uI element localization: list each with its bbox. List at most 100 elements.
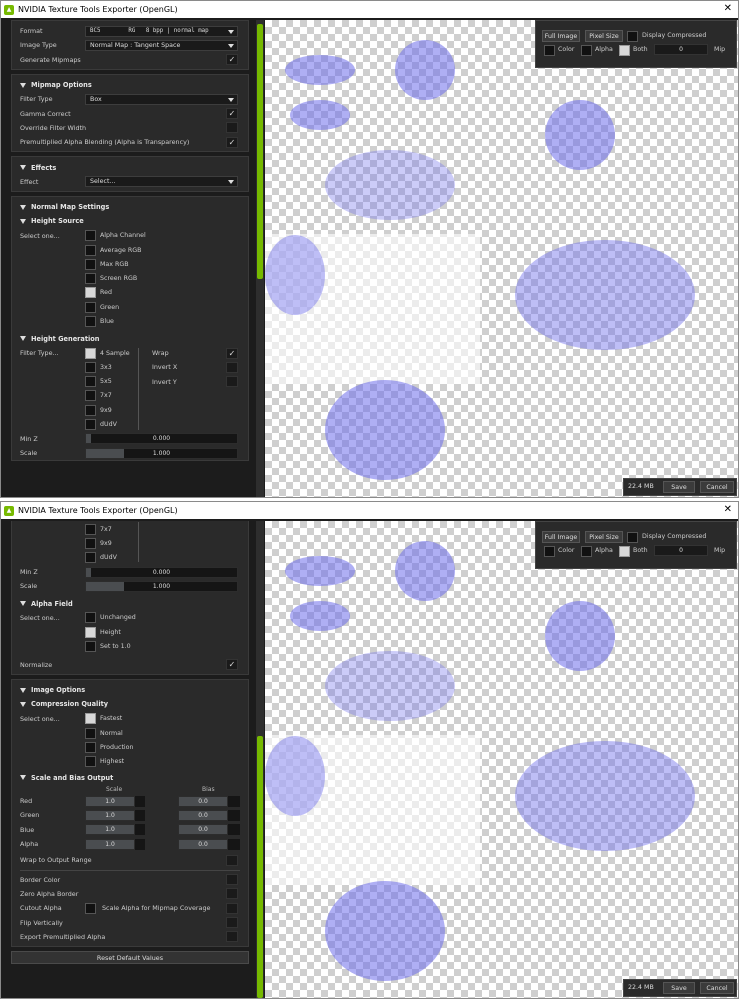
radio-box[interactable] — [85, 537, 96, 549]
cutout-alpha-checkbox[interactable] — [85, 902, 96, 914]
save-button[interactable]: Save — [663, 481, 695, 493]
radio-box[interactable] — [85, 523, 96, 535]
filter-option[interactable]: 7x7 — [85, 390, 112, 402]
panel-scrollbar[interactable] — [256, 521, 264, 998]
filter-option[interactable]: 9x9 — [85, 537, 112, 549]
full-image-button[interactable]: Full Image — [542, 531, 580, 543]
radio-box-selected[interactable] — [85, 347, 96, 359]
save-button[interactable]: Save — [663, 982, 695, 994]
gamma-checkbox[interactable]: ✓ — [226, 108, 238, 120]
override-checkbox[interactable] — [226, 122, 238, 134]
height-generation-header[interactable]: Height Generation — [31, 335, 100, 343]
height-source-option[interactable]: Screen RGB — [85, 273, 137, 285]
filter-option[interactable]: 9x9 — [85, 404, 112, 416]
radio-box[interactable] — [85, 376, 96, 388]
radio-box[interactable] — [85, 756, 96, 768]
generate-mipmaps-checkbox[interactable]: ✓ — [226, 54, 238, 66]
quality-option[interactable]: Highest — [85, 756, 124, 768]
effects-header[interactable]: Effects — [31, 164, 56, 172]
bias-input[interactable]: 0.0 — [178, 795, 228, 807]
alpha-option-selected[interactable]: Height — [85, 626, 121, 638]
scale-alpha-checkbox[interactable] — [226, 902, 238, 914]
height-source-option[interactable]: Green — [85, 301, 119, 313]
quality-option[interactable]: Production — [85, 741, 134, 753]
radio-box[interactable] — [85, 612, 96, 624]
filter-option[interactable]: dUdV — [85, 419, 117, 431]
pixel-size-button[interactable]: Pixel Size — [585, 30, 623, 42]
normalize-checkbox[interactable]: ✓ — [226, 659, 238, 671]
scale-input[interactable]: 1.0 — [85, 795, 135, 807]
collapse-arrow-icon[interactable] — [20, 601, 26, 607]
collapse-arrow-icon[interactable] — [20, 775, 26, 781]
radio-box-selected[interactable] — [85, 713, 96, 725]
invert-x-checkbox[interactable] — [226, 361, 238, 373]
format-dropdown[interactable]: BC5 RG 8 bpp | normal map — [85, 25, 238, 37]
premult-checkbox[interactable]: ✓ — [226, 136, 238, 148]
alpha-option[interactable]: Unchanged — [85, 612, 136, 624]
radio-box-selected[interactable] — [85, 626, 96, 638]
display-compressed-checkbox[interactable] — [627, 31, 638, 42]
mipmap-header[interactable]: Mipmap Options — [31, 81, 92, 89]
both-radio[interactable] — [619, 45, 630, 56]
scale-slider[interactable]: 1.000 — [85, 447, 238, 459]
collapse-arrow-icon[interactable] — [20, 204, 26, 210]
scale-input[interactable]: 1.0 — [85, 824, 135, 836]
collapse-arrow-icon[interactable] — [20, 218, 26, 224]
collapse-arrow-icon[interactable] — [20, 701, 26, 707]
filter-option-selected[interactable]: 4 Sample — [85, 347, 130, 359]
bias-input[interactable]: 0.0 — [178, 824, 228, 836]
height-source-option[interactable]: Blue — [85, 315, 114, 327]
alpha-field-header[interactable]: Alpha Field — [31, 600, 73, 608]
display-compressed-checkbox[interactable] — [627, 532, 638, 543]
export-premult-checkbox[interactable] — [226, 931, 238, 943]
radio-box[interactable] — [85, 315, 96, 327]
image-preview[interactable]: Full Image Pixel Size Display Compressed… — [265, 20, 738, 497]
radio-box[interactable] — [85, 244, 96, 256]
radio-box[interactable] — [85, 230, 96, 242]
invert-y-checkbox[interactable] — [226, 376, 238, 388]
bias-input[interactable]: 0.0 — [178, 809, 228, 821]
radio-box[interactable] — [85, 404, 96, 416]
both-radio[interactable] — [619, 546, 630, 557]
scrollbar-thumb[interactable] — [257, 24, 263, 279]
alpha-option[interactable]: Set to 1.0 — [85, 641, 131, 653]
scale-slider[interactable]: 1.000 — [85, 580, 238, 592]
radio-box[interactable] — [85, 641, 96, 653]
mip-input[interactable]: 0 — [654, 44, 708, 55]
image-options-header[interactable]: Image Options — [31, 686, 85, 694]
panel-scrollbar[interactable] — [256, 20, 264, 497]
zero-alpha-checkbox[interactable] — [226, 888, 238, 900]
collapse-arrow-icon[interactable] — [20, 687, 26, 693]
compression-quality-header[interactable]: Compression Quality — [31, 700, 108, 708]
radio-box[interactable] — [85, 390, 96, 402]
radio-box-selected[interactable] — [85, 287, 96, 299]
border-color-checkbox[interactable] — [226, 874, 238, 886]
radio-box[interactable] — [85, 361, 96, 373]
collapse-arrow-icon[interactable] — [20, 82, 26, 88]
height-source-option[interactable]: Max RGB — [85, 258, 129, 270]
bias-input[interactable]: 0.0 — [178, 838, 228, 850]
filter-option[interactable]: 7x7 — [85, 523, 112, 535]
quality-option-selected[interactable]: Fastest — [85, 713, 122, 725]
filter-option[interactable]: 3x3 — [85, 361, 112, 373]
collapse-arrow-icon[interactable] — [20, 336, 26, 342]
radio-box[interactable] — [85, 258, 96, 270]
mip-input[interactable]: 0 — [654, 545, 708, 556]
flip-checkbox[interactable] — [226, 917, 238, 929]
filter-type-dropdown[interactable]: Box — [85, 93, 238, 105]
image-preview[interactable]: Full Image Pixel Size Display Compressed… — [265, 521, 738, 998]
scale-input[interactable]: 1.0 — [85, 809, 135, 821]
quality-option[interactable]: Normal — [85, 727, 123, 739]
filter-option[interactable]: 5x5 — [85, 376, 112, 388]
scale-bias-header[interactable]: Scale and Bias Output — [31, 774, 113, 782]
alpha-radio[interactable] — [581, 546, 592, 557]
wrap-checkbox[interactable]: ✓ — [226, 347, 238, 359]
collapse-arrow-icon[interactable] — [20, 165, 26, 171]
close-icon[interactable]: ✕ — [724, 504, 732, 515]
alpha-radio[interactable] — [581, 45, 592, 56]
reset-default-button[interactable]: Reset Default Values — [11, 951, 249, 965]
image-type-dropdown[interactable]: Normal Map : Tangent Space — [85, 39, 238, 51]
radio-box[interactable] — [85, 301, 96, 313]
color-radio[interactable] — [544, 546, 555, 557]
radio-box[interactable] — [85, 273, 96, 285]
